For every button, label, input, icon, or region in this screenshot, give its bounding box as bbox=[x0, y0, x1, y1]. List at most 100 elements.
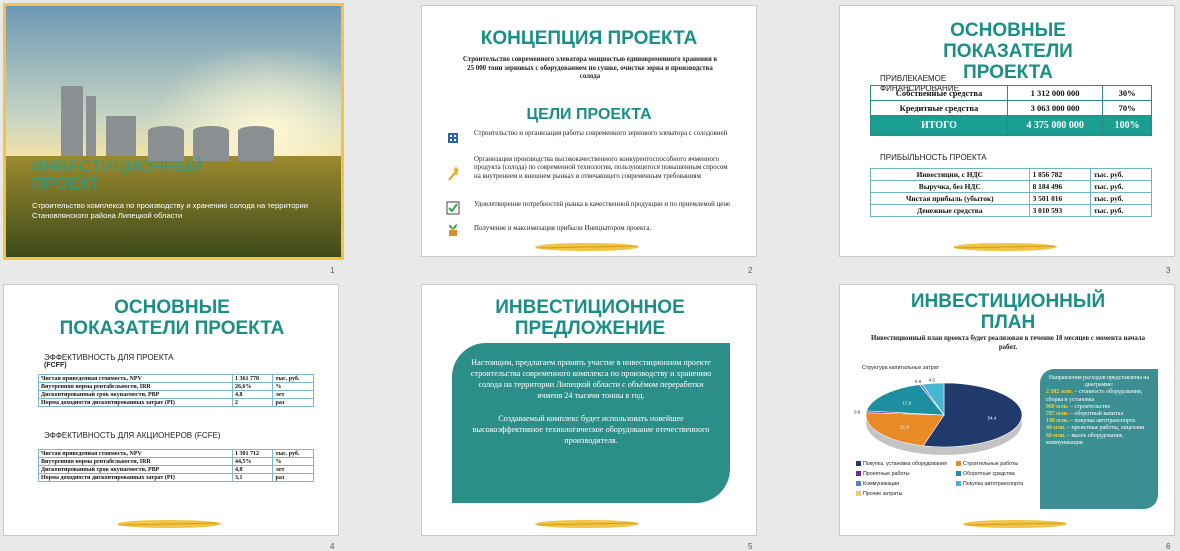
slide-number-2: 2 bbox=[748, 266, 753, 275]
project-efficiency-table: Чистая приведенная стоимость, NPV 1 361 7… bbox=[38, 374, 314, 407]
goal-item-1: Строительство и организация работы совре… bbox=[474, 130, 728, 137]
table-row: Дисконтированный срок окупаемости, PBP 4,… bbox=[38, 465, 314, 474]
slide-thumbnail-4[interactable]: ОСНОВНЫЕ ПОКАЗАТЕЛИ ПРОЕКТА ЭФФЕКТИВНОСТ… bbox=[3, 284, 339, 536]
table-cell: тыс. руб. bbox=[272, 449, 314, 458]
table-cell: 1 312 000 000 bbox=[1006, 85, 1104, 101]
expense-description: – проектные работы, лицензии bbox=[1065, 425, 1145, 432]
slide-number-1: 1 bbox=[330, 266, 335, 275]
table-cell: % bbox=[272, 457, 314, 466]
table-cell: 3 010 593 bbox=[1028, 204, 1091, 217]
table-total-row: ИТОГО 4 375 000 000 100% bbox=[870, 115, 1152, 136]
table-cell: % bbox=[272, 382, 314, 391]
wheat-ornament bbox=[535, 243, 639, 251]
expense-item: 68 млн. – малое оборудование, коммуникац… bbox=[1046, 433, 1152, 447]
slide-number-3: 3 bbox=[1166, 266, 1171, 275]
table-cell: Дисконтированный срок окупаемости, PBP bbox=[38, 390, 233, 399]
project-efficiency-title: ЭФФЕКТИВНОСТЬ ДЛЯ ПРОЕКТА bbox=[44, 353, 174, 362]
table-row: Кредитные средства 3 063 000 000 70% bbox=[870, 100, 1152, 116]
slide-thumbnail-5[interactable]: ИНВЕСТИЦИОННОЕ ПРЕДЛОЖЕНИЕ Настоящим, пр… bbox=[421, 284, 757, 536]
slide-thumbnail-3[interactable]: ОСНОВНЫЕ ПОКАЗАТЕЛИ ПРОЕКТА ПРИВЛЕКАЕМОЕ… bbox=[839, 5, 1175, 257]
table-cell: Выручка, без НДС bbox=[870, 180, 1030, 193]
table-cell: тыс. руб. bbox=[1089, 204, 1153, 217]
slide-thumbnail-2[interactable]: КОНЦЕПЦИЯ ПРОЕКТА Строительство современ… bbox=[421, 5, 757, 257]
table-cell: Чистая приведенная стоимость, NPV bbox=[38, 449, 233, 458]
table-cell: 100% bbox=[1102, 115, 1152, 136]
table-cell: 4,8 bbox=[231, 390, 274, 399]
table-cell: 1 856 782 bbox=[1028, 168, 1091, 181]
expense-amount: 40 млн. bbox=[1046, 425, 1066, 432]
table-cell: Норма доходности дисконтированных затрат… bbox=[38, 473, 233, 482]
legend-swatch bbox=[856, 481, 861, 487]
table-cell: лет bbox=[272, 390, 314, 399]
legend-swatch bbox=[856, 471, 861, 477]
pie-data-label: 0.9 bbox=[854, 409, 861, 414]
table-cell: Собственные средства bbox=[870, 85, 1008, 101]
table-cell: Денежные средства bbox=[870, 204, 1030, 217]
table-cell: 2 bbox=[231, 398, 274, 407]
table-row: Норма доходности дисконтированных затрат… bbox=[38, 398, 314, 407]
project-efficiency-subtitle: (FCFF) bbox=[44, 362, 67, 369]
seedling-icon bbox=[446, 222, 462, 238]
shareholder-efficiency-title: ЭФФЕКТИВНОСТЬ ДЛЯ АКЦИОНЕРОВ (FCFE) bbox=[44, 431, 221, 440]
table-row: Инвестиции, с НДС 1 856 782 тыс. руб. bbox=[870, 168, 1153, 181]
slide-2-title: КОНЦЕПЦИЯ ПРОЕКТА bbox=[480, 28, 698, 49]
slide-number-4: 4 bbox=[330, 542, 335, 551]
table-cell: 3 501 016 bbox=[1028, 192, 1091, 205]
wheat-icon bbox=[446, 166, 462, 182]
wheat-ornament bbox=[953, 243, 1057, 251]
table-cell: тыс. руб. bbox=[1089, 180, 1153, 193]
legend-label: Коммуникации bbox=[863, 481, 900, 487]
table-cell: Норма доходности дисконтированных затрат… bbox=[38, 398, 233, 407]
expense-item: 787 млн. – оборотный капитал bbox=[1046, 411, 1152, 418]
slide-thumbnail-6[interactable]: ИНВЕСТИЦИОННЫЙ ПЛАН Инвестиционный план … bbox=[839, 284, 1175, 536]
table-cell: 26,6% bbox=[231, 382, 274, 391]
legend-label: Покупка автотранспорта bbox=[963, 481, 1024, 487]
table-cell: 1 361 778 bbox=[231, 374, 274, 383]
goal-item-4: Получение и максимизация прибыли Инициат… bbox=[474, 225, 652, 232]
table-cell: тыс. руб. bbox=[272, 374, 314, 383]
slide-2-intro: Строительство современного элеватора мощ… bbox=[462, 56, 718, 81]
expense-description: – строительство bbox=[1068, 403, 1111, 410]
chart-caption: Структура капитальных затрат bbox=[862, 365, 940, 371]
table-cell: 3,1 bbox=[231, 473, 274, 482]
table-cell: Инвестиции, с НДС bbox=[870, 168, 1030, 181]
pie-data-label: 54.4 bbox=[988, 416, 997, 421]
legend-item: Коммуникации bbox=[856, 481, 899, 487]
slide-thumbnail-1[interactable]: ИНВЕСТИЦИОННЫЙ ПРОЕКТ Строительство комп… bbox=[3, 3, 344, 260]
table-cell: тыс. руб. bbox=[1089, 168, 1153, 181]
legend-item: Строительные работы bbox=[956, 461, 1018, 467]
expenses-list: 2 382 млн. – стоимость оборудования, сбо… bbox=[1046, 389, 1152, 447]
table-cell: лет bbox=[272, 465, 314, 474]
table-row: Чистая приведенная стоимость, NPV 1 361 7… bbox=[38, 374, 314, 383]
legend-swatch bbox=[856, 461, 861, 467]
table-cell: раз bbox=[272, 398, 314, 407]
shareholder-efficiency-table: Чистая приведенная стоимость, NPV 1 301 7… bbox=[38, 449, 314, 482]
table-row: Выручка, без НДС 8 184 496 тыс. руб. bbox=[870, 180, 1153, 193]
profitability-table: Инвестиции, с НДС 1 856 782 тыс. руб. Выру… bbox=[870, 168, 1153, 217]
pie-data-label: 4.5 bbox=[929, 378, 936, 383]
slide-6-subtitle: Инвестиционный план проекта будет реализ… bbox=[870, 335, 1146, 351]
expense-item: 960 млн. – строительство bbox=[1046, 404, 1152, 411]
offer-panel: Настоящим, предлагаем принять участие в … bbox=[452, 343, 730, 503]
legend-label: Строительные работы bbox=[963, 461, 1019, 467]
table-cell: Внутренняя норма рентабельности, IRR bbox=[38, 382, 233, 391]
legend-item: Оборотные средства bbox=[956, 471, 1015, 477]
table-cell: 44,5% bbox=[231, 457, 274, 466]
table-cell: 30% bbox=[1102, 85, 1152, 101]
table-row: Дисконтированный срок окупаемости, PBP 4,… bbox=[38, 390, 314, 399]
legend-item: Покупка автотранспорта bbox=[956, 481, 1023, 487]
legend-swatch bbox=[956, 461, 961, 467]
expense-description: – покупка автотранспорта bbox=[1068, 418, 1136, 425]
pie-data-label: 21.9 bbox=[900, 424, 909, 429]
table-cell: тыс. руб. bbox=[1089, 192, 1153, 205]
table-cell: Чистая прибыль (убыток) bbox=[870, 192, 1030, 205]
table-cell: раз bbox=[272, 473, 314, 482]
table-cell: Дисконтированный срок окупаемости, PBP bbox=[38, 465, 233, 474]
legend-label: Проектные работы bbox=[863, 471, 910, 477]
table-row: Собственные средства 1 312 000 000 30% bbox=[870, 85, 1152, 101]
legend-swatch bbox=[956, 481, 961, 487]
slide-6-title: ИНВЕСТИЦИОННЫЙ ПЛАН bbox=[910, 291, 1106, 333]
legend-label: Оборотные средства bbox=[963, 471, 1015, 477]
profitability-title: ПРИБЫЛЬНОСТЬ ПРОЕКТА bbox=[880, 153, 987, 162]
expense-description: – оборотный капитал bbox=[1068, 411, 1124, 418]
